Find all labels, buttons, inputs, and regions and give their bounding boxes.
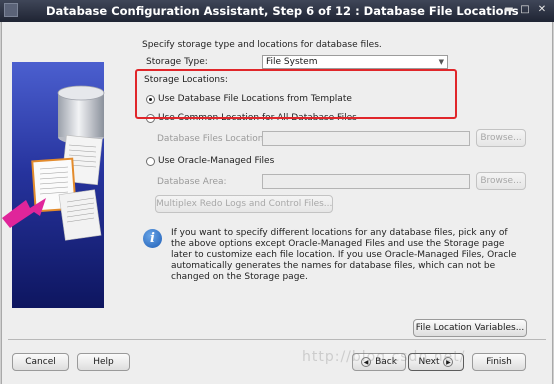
separator (8, 339, 546, 340)
db-files-location-input[interactable] (262, 131, 470, 146)
help-button[interactable]: Help (77, 353, 130, 371)
maximize-icon[interactable]: □ (518, 3, 532, 17)
chevron-down-icon: ▼ (438, 58, 444, 66)
file-location-variables-button[interactable]: File Location Variables... (413, 319, 527, 337)
storage-type-value: File System (266, 57, 318, 67)
browse-db-files-button[interactable]: Browse... (476, 129, 526, 147)
info-icon: i (143, 229, 162, 248)
watermark: http://blog.csdn.net/ (302, 349, 466, 365)
document-stack-icon (31, 134, 103, 241)
database-area-label: Database Area: (157, 177, 227, 187)
close-icon[interactable]: ✕ (535, 3, 549, 17)
intro-text: Specify storage type and locations for d… (142, 40, 382, 50)
minimize-icon[interactable]: ▬ (502, 3, 516, 17)
cancel-button[interactable]: Cancel (12, 353, 69, 371)
title-bar: Database Configuration Assistant, Step 6… (0, 0, 554, 22)
db-files-location-label: Database Files Location: (157, 134, 267, 144)
oracle-managed-files-label[interactable]: Use Oracle-Managed Files (158, 156, 274, 166)
database-area-input[interactable] (262, 174, 470, 189)
info-text: If you want to specify different locatio… (171, 228, 517, 282)
storage-type-select[interactable]: File System ▼ (262, 55, 448, 69)
window-title: Database Configuration Assistant, Step 6… (46, 4, 519, 18)
highlight-box (135, 69, 457, 119)
wizard-illustration (2, 62, 105, 308)
database-cylinder-icon (57, 85, 105, 144)
multiplex-button[interactable]: Multiplex Redo Logs and Control Files... (155, 195, 333, 213)
finish-button[interactable]: Finish (472, 353, 526, 371)
oracle-managed-files-radio[interactable] (146, 157, 155, 166)
browse-database-area-button[interactable]: Browse... (476, 172, 526, 190)
window-menu-icon[interactable] (4, 3, 18, 17)
storage-type-label: Storage Type: (146, 57, 208, 67)
